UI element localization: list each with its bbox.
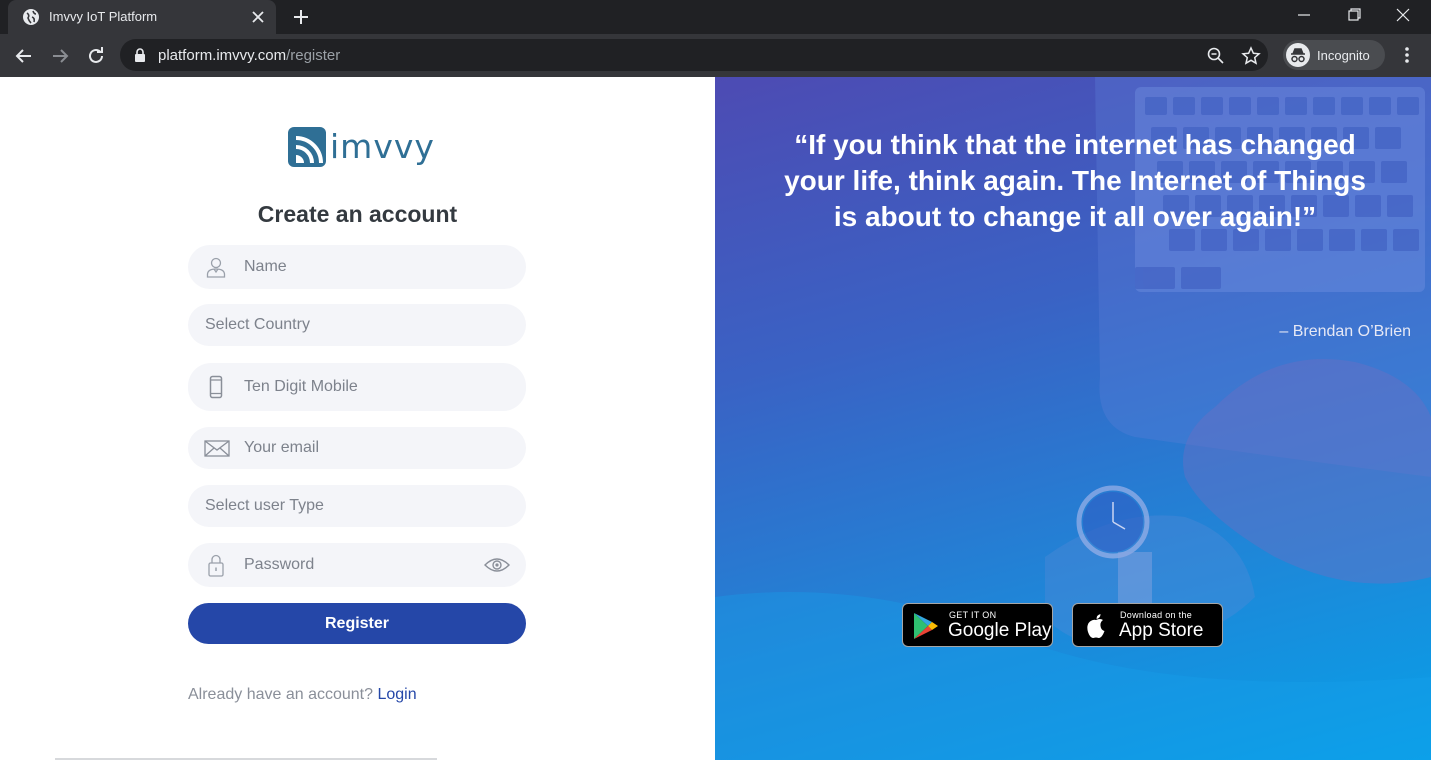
close-icon[interactable] (249, 8, 267, 26)
google-play-badge[interactable]: GET IT ON Google Play (902, 603, 1053, 647)
mobile-field[interactable]: Ten Digit Mobile (188, 363, 526, 411)
phone-icon (209, 375, 223, 399)
plus-icon[interactable] (290, 6, 312, 28)
reload-icon[interactable] (84, 44, 108, 68)
app-store-big-text: App Store (1119, 620, 1204, 641)
imvvy-logo[interactable]: imvvy (288, 127, 434, 171)
google-play-small-text: GET IT ON (949, 610, 997, 620)
google-play-icon (914, 613, 938, 639)
url-text[interactable]: platform.imvvy.com/register (158, 47, 340, 64)
password-field[interactable]: Password (188, 543, 526, 587)
user-icon (206, 257, 226, 278)
browser-tab-bar: Imvvy IoT Platform (0, 0, 1431, 34)
envelope-icon (204, 440, 230, 457)
email-placeholder: Your email (244, 439, 320, 456)
padlock-icon (208, 554, 224, 577)
name-field[interactable]: Name (188, 245, 526, 289)
star-icon[interactable] (1241, 46, 1261, 66)
address-bar[interactable]: platform.imvvy.com/register (120, 39, 1268, 71)
lock-icon[interactable] (132, 47, 148, 63)
login-prompt-row: Already have an account? Login (188, 686, 417, 704)
user-type-placeholder: Select user Type (205, 497, 324, 514)
tab-title: Imvvy IoT Platform (49, 9, 158, 24)
restore-icon[interactable] (1341, 4, 1367, 26)
incognito-indicator[interactable]: Incognito (1283, 40, 1385, 70)
hero-quote: “If you think that the internet has chan… (784, 129, 1366, 232)
app-store-small-text: Download on the (1120, 610, 1193, 620)
name-placeholder: Name (244, 258, 287, 275)
app-store-badge[interactable]: Download on the App Store (1072, 603, 1223, 647)
browser-tab[interactable]: Imvvy IoT Platform (8, 0, 276, 34)
user-type-select[interactable]: Select user Type (188, 485, 526, 527)
incognito-label: Incognito (1317, 48, 1370, 63)
password-placeholder: Password (244, 556, 315, 573)
eye-icon[interactable] (484, 555, 510, 575)
login-prompt-text: Already have an account? (188, 686, 374, 703)
registration-panel: imvvy Create an account Name Select Coun… (0, 77, 715, 760)
logo-wordmark: imvvy (330, 127, 435, 166)
window-close-icon[interactable] (1390, 4, 1416, 26)
globe-icon (23, 9, 39, 25)
country-select[interactable]: Select Country (188, 304, 526, 346)
arrow-right-icon[interactable] (48, 44, 72, 68)
email-field[interactable]: Your email (188, 427, 526, 469)
register-button[interactable]: Register (188, 603, 526, 644)
incognito-icon (1286, 43, 1310, 67)
signal-logo-icon (288, 127, 326, 167)
magnifier-icon[interactable] (1206, 46, 1226, 66)
arrow-left-icon[interactable] (12, 44, 36, 68)
mobile-placeholder: Ten Digit Mobile (244, 378, 358, 395)
kebab-menu-icon[interactable] (1398, 45, 1416, 65)
form-title: Create an account (257, 201, 458, 227)
apple-icon (1087, 614, 1105, 638)
quote-author: – Brendan O’Brien (1279, 323, 1411, 340)
google-play-big-text: Google Play (948, 620, 1052, 641)
country-placeholder: Select Country (205, 316, 310, 333)
login-link[interactable]: Login (377, 686, 416, 703)
browser-toolbar: platform.imvvy.com/register Incognito (0, 34, 1431, 77)
hero-panel: “If you think that the internet has chan… (715, 77, 1431, 760)
minimize-icon[interactable] (1291, 4, 1317, 26)
